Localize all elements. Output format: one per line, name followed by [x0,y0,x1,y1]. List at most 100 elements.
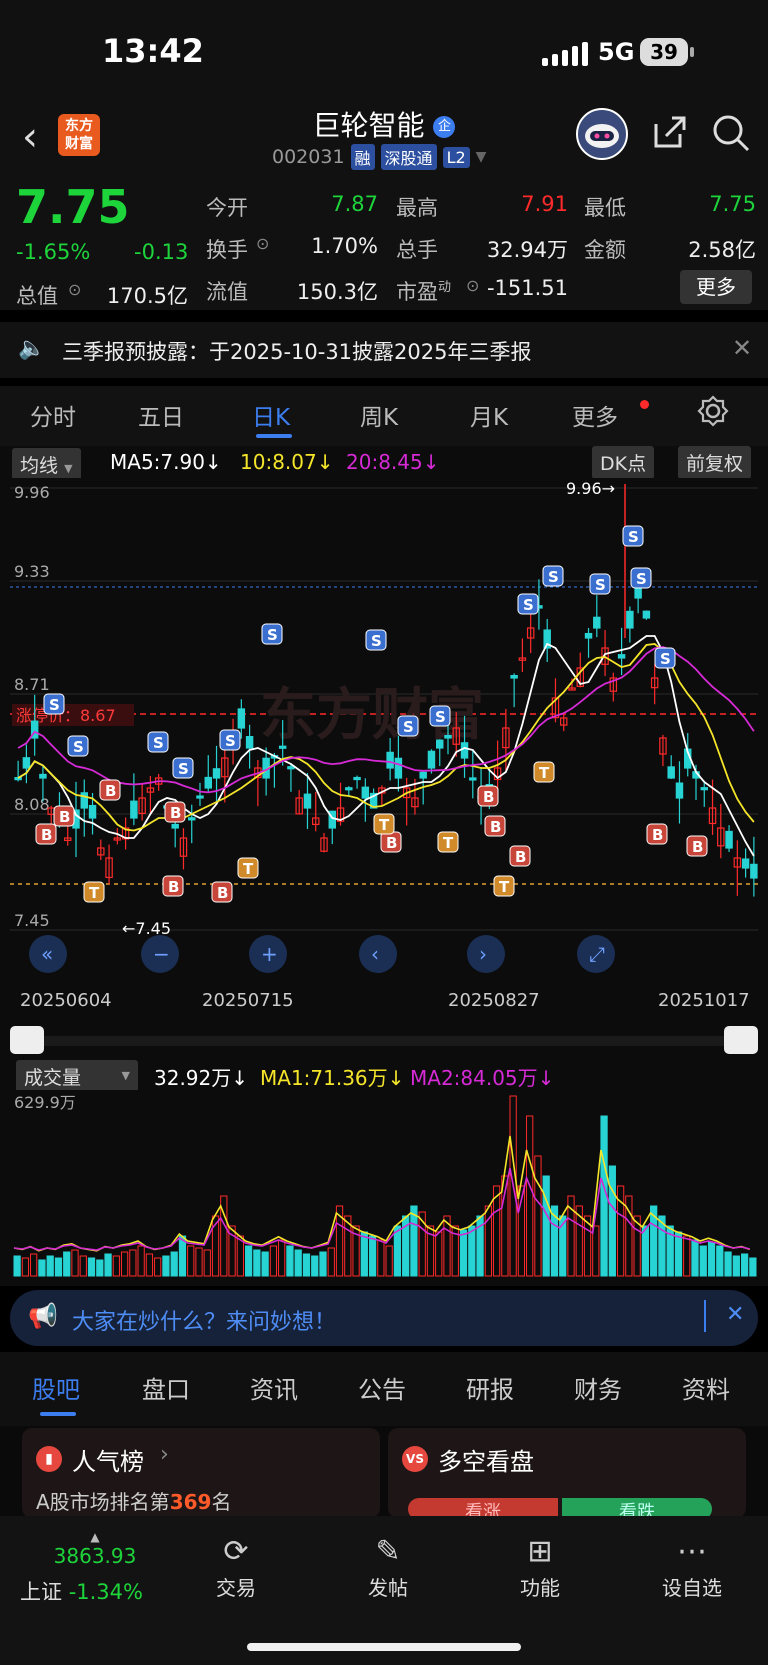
buy-marker-letter: B [652,826,663,844]
close-icon[interactable]: ✕ [732,334,752,362]
volume-bar [732,1255,740,1277]
candle-body [237,708,246,729]
dock-post[interactable]: ✎ 发帖 [328,1534,448,1601]
dock-watchlist[interactable]: ⋯ 设自选 [632,1534,752,1601]
pe-info-icon[interactable]: ⊙ [466,276,479,295]
tab-finance[interactable]: 财务 [574,1370,622,1405]
network-type: 5G [598,38,635,66]
indicator-dropdown[interactable]: 均线 ▼ [12,448,81,481]
more-dots-icon: ⋯ [677,1534,707,1569]
sell-marker-letter: S [403,718,414,736]
turnover-info-icon[interactable]: ⊙ [256,234,269,253]
rank-suffix: 名 [211,1490,232,1514]
candle-body [750,863,758,879]
dk-point-button[interactable]: DK点 [592,446,655,479]
volume-value: 32.92万↓ [154,1066,249,1090]
scroll-handle-right [724,1026,758,1054]
chart-nav-icon: − [153,942,170,966]
candle-body [419,771,427,779]
volume-bar [87,1257,96,1277]
assistant-avatar[interactable] [576,108,628,160]
rank-prefix: A股市场排名第 [36,1490,170,1514]
tab-weekly-k[interactable]: 周K [360,398,398,432]
close-ai-icon[interactable]: ✕ [726,1302,744,1327]
active-tab-indicator [256,434,292,438]
mktcap-info-icon[interactable]: ⊙ [68,280,81,299]
dock-functions[interactable]: ⊞ 功能 [480,1534,600,1601]
high-value: 7.91 [521,192,568,216]
ai-ask-bar[interactable]: 📢 大家在炒什么？来问妙想！ ✕ [10,1290,758,1346]
candle-body [188,817,196,821]
tab-intraday[interactable]: 分时 [30,398,76,432]
volume-bar [707,1241,716,1277]
buy-marker-letter: B [386,834,397,852]
search-icon[interactable] [710,112,752,163]
dropdown-triangle-icon[interactable]: ▼ [476,149,487,165]
dock-functions-label: 功能 [520,1576,560,1600]
high-label: 最高 [396,196,438,220]
more-button[interactable]: 更多 [680,270,752,304]
notice-bar[interactable]: 🔈 三季报预披露：于2025-10-31披露2025年三季报 ✕ [0,322,768,378]
adjust-button[interactable]: 前复权 [678,446,752,479]
pe-value: -151.51 [486,276,568,300]
sell-marker-letter: S [595,576,606,594]
tab-monthly-k[interactable]: 月K [470,398,508,432]
candle-body [196,795,204,799]
buy-marker-letter: B [170,804,181,822]
candle-body [88,804,97,819]
tab-more[interactable]: 更多 [572,398,618,432]
candle-body [460,742,469,759]
tab-announcements[interactable]: 公告 [358,1370,406,1405]
stock-name: 巨轮智能 [312,109,425,142]
ai-ask-text: 大家在炒什么？来问妙想！ [72,1310,337,1335]
volume-bar [542,1175,550,1277]
volume-label: 总手 [396,238,438,262]
tab-profile[interactable]: 资料 [682,1370,730,1405]
index-widget[interactable]: ▲ 3863.93 上证 -1.34% [20,1530,170,1606]
volume-bar [468,1225,476,1277]
sell-marker-letter: S [178,760,189,778]
tab-research[interactable]: 研报 [466,1370,514,1405]
volume-bar [38,1259,46,1277]
trade-marker-letter: T [499,878,510,896]
yen-cycle-icon: ⟳ [223,1534,249,1569]
long-short-card[interactable]: VS 多空看盘 看涨 看跌 [388,1428,746,1523]
candle-body [584,632,593,639]
popularity-card[interactable]: ▮ 人气榜 › A股市场排名第369名 [22,1428,380,1518]
ma5-label: MA5:7.90↓ [110,450,222,474]
stock-header: ‹ 东方 财富 巨轮智能 企 002031 融 深股通 L2 ▼ [0,100,768,178]
pe-sup: 动 [438,280,452,295]
volume-bar [162,1255,170,1277]
float-label: 流值 [206,280,248,304]
volume-indicator-dropdown[interactable]: 成交量 ▼ [16,1060,138,1093]
share-icon[interactable] [650,112,690,161]
turnover-label: 换手 [206,238,248,262]
tab-news[interactable]: 资讯 [250,1370,298,1405]
volume-bar [699,1245,707,1277]
tab-order-book[interactable]: 盘口 [142,1370,190,1405]
volume-bar [54,1257,63,1277]
long-short-title: 多空看盘 [438,1448,534,1476]
candle-body [353,776,361,781]
tab-forum[interactable]: 股吧 [32,1370,80,1405]
mktcap-label: 总值 [16,284,58,308]
volume-bar [368,1235,377,1277]
candle-body [741,858,750,869]
tab-daily-k[interactable]: 日K [252,398,290,432]
volume-bar [724,1251,732,1277]
low-value: 7.75 [709,192,756,216]
sell-marker-letter: S [636,570,647,588]
volume-bar [393,1225,402,1277]
company-badge-icon: 企 [433,116,456,138]
red-dot-badge [640,400,649,409]
sell-marker-letter: S [371,632,382,650]
candle-body [427,750,436,769]
settings-gear-icon[interactable] [696,394,730,432]
buy-marker-letter: B [483,788,494,806]
volume-bar [244,1245,253,1277]
tab-five-day[interactable]: 五日 [138,398,184,432]
buy-marker-letter: B [515,848,526,866]
volume-bar [360,1231,368,1277]
dock-trade[interactable]: ⟳ 交易 [176,1534,296,1601]
buy-marker-letter: B [105,782,116,800]
